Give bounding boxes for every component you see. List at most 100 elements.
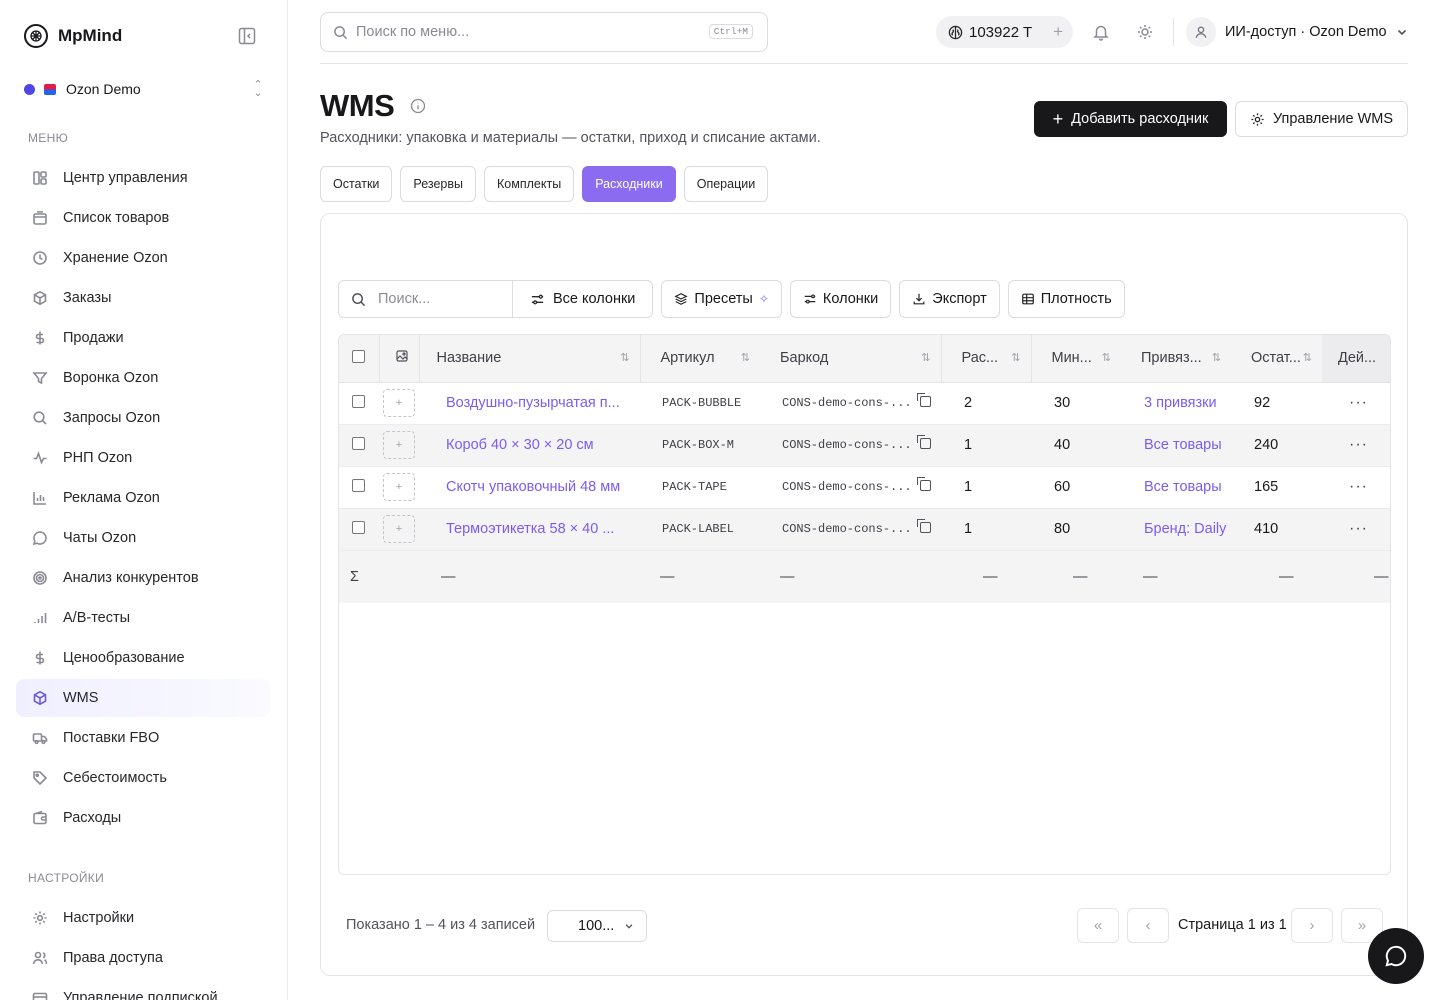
copy-icon[interactable] — [916, 435, 931, 449]
row-select-cell[interactable] — [339, 508, 379, 551]
chat-button[interactable] — [1368, 928, 1424, 984]
sort-icon[interactable]: ⇅ — [1303, 351, 1312, 364]
row-checkbox[interactable] — [352, 394, 365, 408]
search-columns-select[interactable]: Все колонки — [513, 281, 652, 317]
sidebar-item-чаты-ozon[interactable]: Чаты Ozon — [16, 519, 270, 557]
col-binding-header[interactable]: Привяз... ⇅ — [1121, 335, 1231, 383]
row-actions-cell[interactable]: ··· — [1322, 382, 1390, 425]
sidebar-collapse-icon[interactable] — [238, 27, 256, 45]
tab-operations[interactable]: Операции — [683, 166, 769, 202]
add-image-button[interactable]: + — [383, 431, 415, 459]
sort-icon[interactable]: ⇅ — [620, 351, 629, 364]
sidebar-item-управление-подпиской[interactable]: Управление подпиской — [16, 979, 270, 1000]
more-icon[interactable]: ··· — [1349, 520, 1368, 537]
sidebar-item-реклама-ozon[interactable]: Реклама Ozon — [16, 479, 270, 517]
sidebar-item-запросы-ozon[interactable]: Запросы Ozon — [16, 399, 270, 437]
consumable-name-link[interactable]: Воздушно-пузырчатая п... — [419, 382, 640, 425]
binding-link[interactable]: 3 привязки — [1121, 382, 1231, 425]
brand[interactable]: MpMind — [24, 24, 122, 48]
sidebar-item-поставки-fbo[interactable]: Поставки FBO — [16, 719, 270, 757]
row-image-cell[interactable]: + — [379, 508, 419, 551]
sun-icon[interactable] — [1136, 23, 1154, 41]
consumable-name-link[interactable]: Термоэтикетка 58 × 40 ... — [419, 508, 640, 551]
binding-link[interactable]: Бренд: Daily — [1121, 508, 1231, 551]
add-consumable-button[interactable]: + Добавить расходник — [1034, 101, 1227, 137]
table-row[interactable]: + Воздушно-пузырчатая п... PACK-BUBBLE CONS… — [339, 382, 1390, 425]
bell-icon[interactable] — [1092, 23, 1110, 41]
copy-icon[interactable] — [916, 477, 931, 491]
menu-search[interactable]: Ctrl+M — [320, 12, 768, 52]
sidebar-item-настройки[interactable]: Настройки — [16, 899, 270, 937]
add-image-button[interactable]: + — [383, 389, 415, 417]
more-icon[interactable]: ··· — [1349, 478, 1368, 495]
select-all-header[interactable] — [339, 335, 379, 383]
add-balance-button[interactable]: + — [1053, 22, 1063, 42]
binding-link[interactable]: Все товары — [1121, 424, 1231, 467]
row-checkbox[interactable] — [352, 520, 365, 534]
tab-consumables[interactable]: Расходники — [582, 166, 676, 202]
workspace-switcher[interactable]: Ozon Demo ⌃ ⌄ — [24, 79, 264, 99]
sidebar-item-хранение-ozon[interactable]: Хранение Ozon — [16, 239, 270, 277]
manage-wms-button[interactable]: Управление WMS — [1235, 101, 1408, 137]
first-page-button[interactable]: « — [1077, 908, 1119, 943]
more-icon[interactable]: ··· — [1349, 436, 1368, 453]
row-actions-cell[interactable]: ··· — [1322, 508, 1390, 551]
tab-stock[interactable]: Остатки — [320, 166, 393, 202]
table-row[interactable]: + Термоэтикетка 58 × 40 ... PACK-LABEL CONS… — [339, 508, 1390, 551]
col-min-header[interactable]: Мин... ⇅ — [1030, 335, 1121, 383]
tab-kits[interactable]: Комплекты — [484, 166, 575, 202]
row-select-cell[interactable] — [339, 466, 379, 509]
token-balance[interactable]: 103922 T + — [936, 16, 1073, 48]
sidebar-item-wms[interactable]: WMS — [16, 679, 270, 717]
add-image-button[interactable]: + — [383, 473, 415, 501]
density-button[interactable]: Плотность — [1007, 280, 1125, 318]
columns-button[interactable]: Колонки — [789, 280, 892, 318]
page-size-select[interactable]: 100... — [547, 910, 647, 942]
sidebar-item-рнп-ozon[interactable]: РНП Ozon — [16, 439, 270, 477]
row-actions-cell[interactable]: ··· — [1322, 424, 1390, 467]
col-name-header[interactable]: Название ⇅ — [418, 335, 640, 383]
table-search[interactable] — [339, 281, 513, 317]
copy-icon[interactable] — [916, 393, 931, 407]
sidebar-item-a-b-тесты[interactable]: A/B-тесты — [16, 599, 270, 637]
sidebar-item-себестоимость[interactable]: Себестоимость — [16, 759, 270, 797]
row-checkbox[interactable] — [352, 478, 365, 492]
sidebar-item-заказы[interactable]: Заказы — [16, 279, 270, 317]
consumable-name-link[interactable]: Скотч упаковочный 48 мм — [419, 466, 640, 509]
next-page-button[interactable]: › — [1291, 908, 1333, 943]
sidebar-item-расходы[interactable]: Расходы — [16, 799, 270, 837]
sort-icon[interactable]: ⇅ — [1102, 351, 1111, 364]
info-icon[interactable] — [410, 98, 426, 114]
tab-reserves[interactable]: Резервы — [400, 166, 477, 202]
more-icon[interactable]: ··· — [1349, 394, 1368, 411]
sort-icon[interactable]: ⇅ — [741, 351, 750, 364]
sidebar-item-центр-управления[interactable]: Центр управления — [16, 159, 270, 197]
menu-search-input[interactable] — [356, 24, 686, 40]
sidebar-item-ценообразование[interactable]: Ценообразование — [16, 639, 270, 677]
col-sku-header[interactable]: Артикул ⇅ — [639, 335, 760, 383]
row-select-cell[interactable] — [339, 424, 379, 467]
row-select-cell[interactable] — [339, 382, 379, 425]
col-barcode-header[interactable]: Баркод ⇅ — [760, 335, 941, 383]
sort-icon[interactable]: ⇅ — [1212, 351, 1221, 364]
row-image-cell[interactable]: + — [379, 466, 419, 509]
export-button[interactable]: Экспорт — [899, 280, 1000, 318]
user-menu[interactable]: ИИ-доступ · Ozon Demo — [1186, 16, 1408, 48]
sort-icon[interactable]: ⇅ — [921, 351, 930, 364]
table-row[interactable]: + Скотч упаковочный 48 мм PACK-TAPE CONS-de… — [339, 466, 1390, 509]
sidebar-item-список-товаров[interactable]: Список товаров — [16, 199, 270, 237]
sidebar-item-воронка-ozon[interactable]: Воронка Ozon — [16, 359, 270, 397]
sidebar-item-права-доступа[interactable]: Права доступа — [16, 939, 270, 977]
sidebar-item-анализ-конкурентов[interactable]: Анализ конкурентов — [16, 559, 270, 597]
add-image-button[interactable]: + — [383, 515, 415, 543]
sidebar-item-продажи[interactable]: Продажи — [16, 319, 270, 357]
table-row[interactable]: + Короб 40 × 30 × 20 см PACK-BOX-M CONS-dem… — [339, 424, 1390, 467]
binding-link[interactable]: Все товары — [1121, 466, 1231, 509]
prev-page-button[interactable]: ‹ — [1127, 908, 1169, 943]
row-checkbox[interactable] — [352, 436, 365, 450]
row-actions-cell[interactable]: ··· — [1322, 466, 1390, 509]
row-image-cell[interactable]: + — [379, 382, 419, 425]
table-search-input[interactable] — [378, 291, 498, 307]
consumable-name-link[interactable]: Короб 40 × 30 × 20 см — [419, 424, 640, 467]
sort-icon[interactable]: ⇅ — [1011, 351, 1020, 364]
